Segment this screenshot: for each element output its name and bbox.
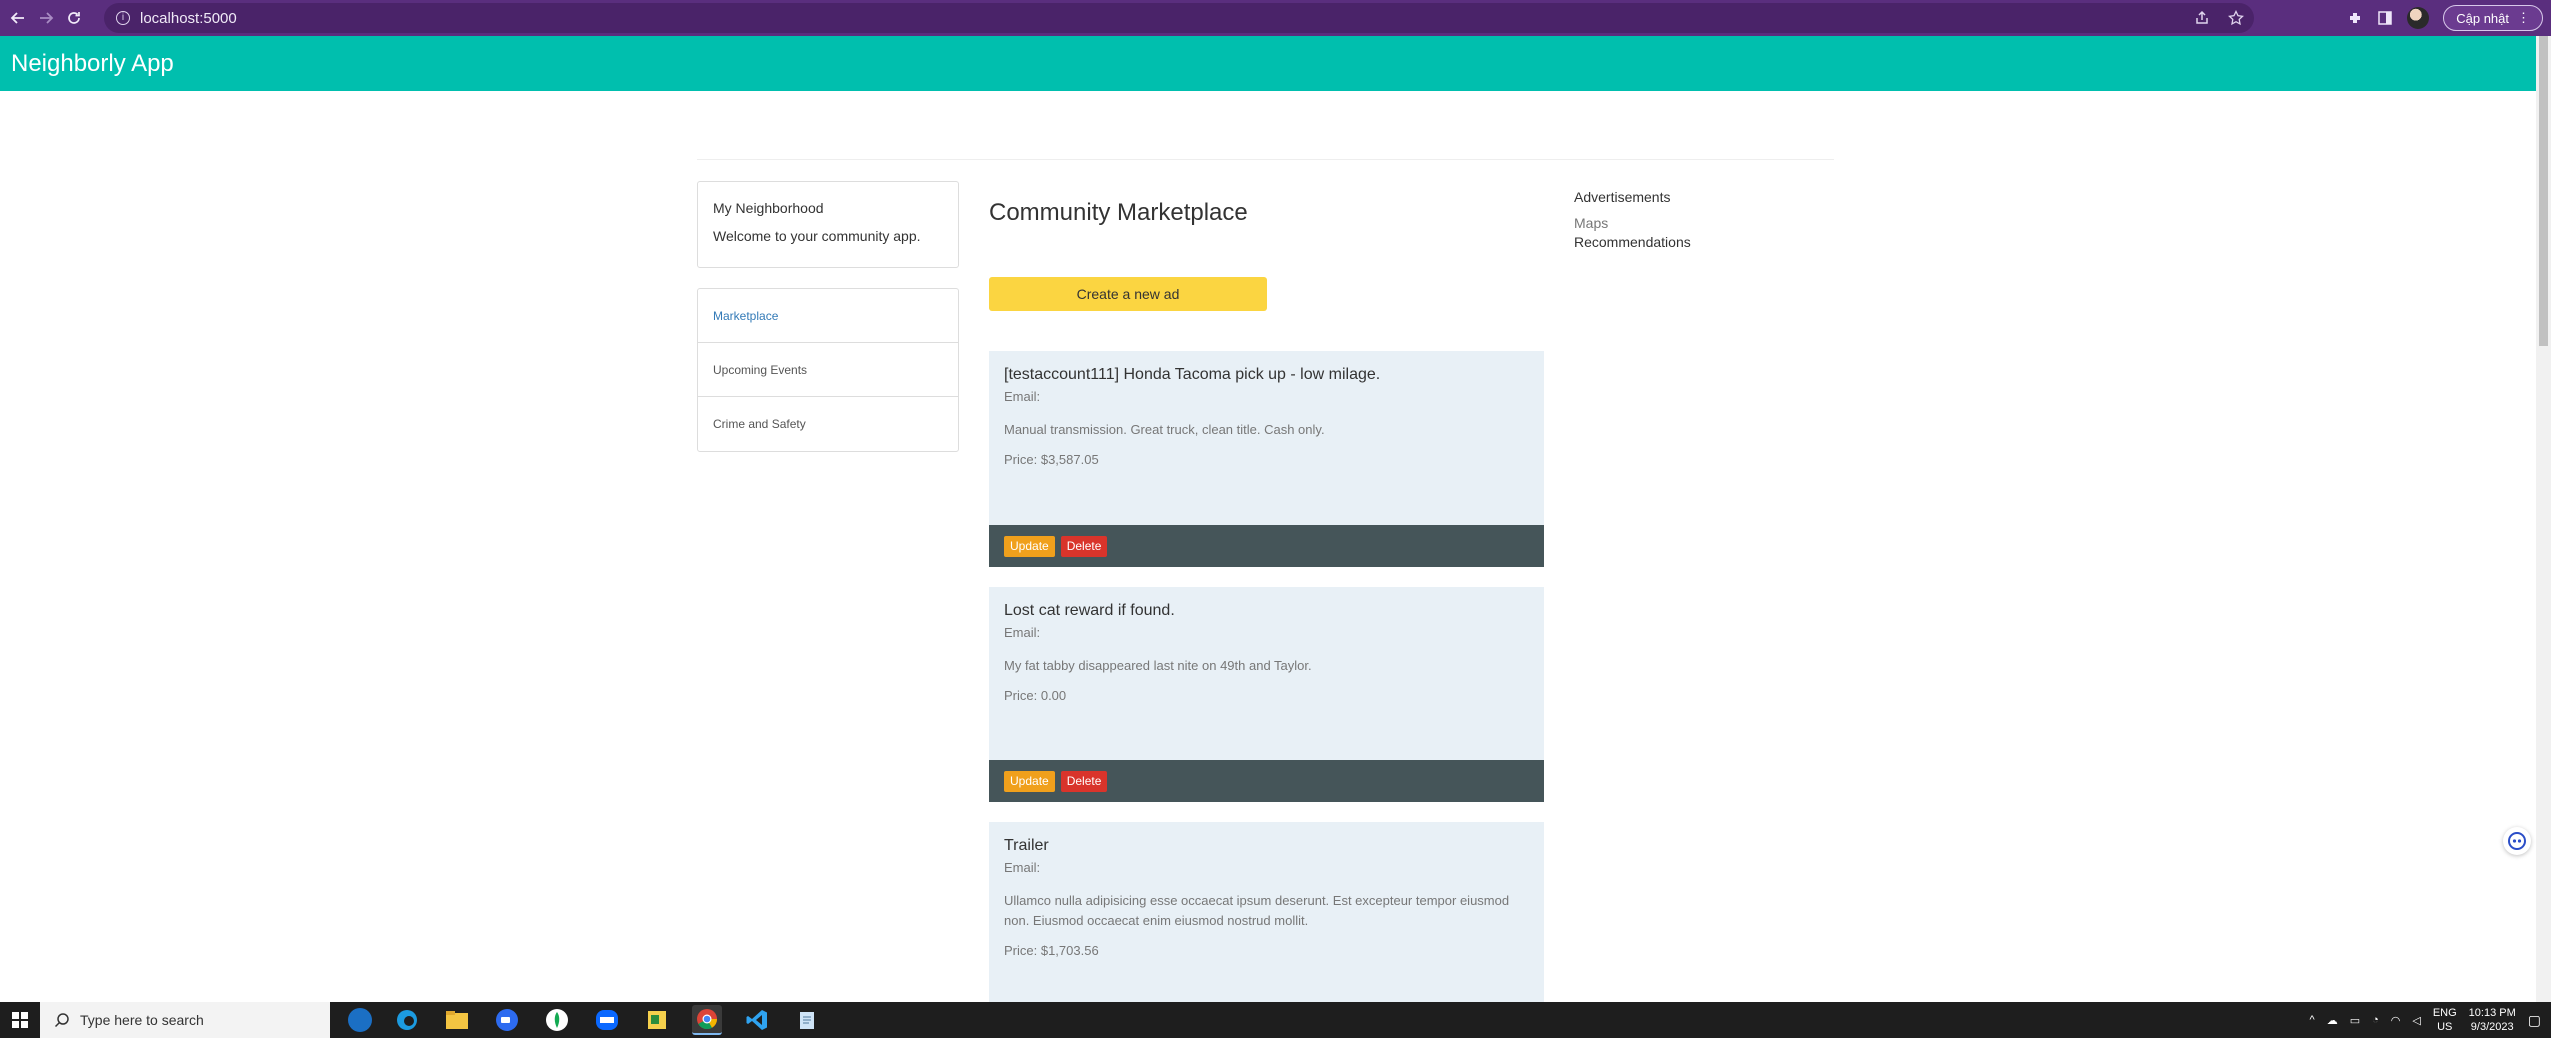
vscode-icon[interactable] xyxy=(742,1005,772,1035)
notifications-icon[interactable]: ▢ xyxy=(2528,1012,2541,1029)
update-button[interactable]: Update xyxy=(1004,535,1055,557)
language-indicator[interactable]: ENG US xyxy=(2433,1006,2457,1034)
ad-title[interactable]: [testaccount111] Honda Tacoma pick up - … xyxy=(1004,366,1529,384)
address-bar[interactable]: i localhost:5000 xyxy=(104,3,2254,33)
zoom-app-icon[interactable] xyxy=(492,1005,522,1035)
advertisements-heading: Advertisements xyxy=(1574,189,1671,205)
more-menu-icon: ⋮ xyxy=(2517,10,2530,25)
sticky-notes-icon[interactable] xyxy=(642,1005,672,1035)
clock-time: 10:13 PM xyxy=(2468,1007,2516,1019)
delete-button[interactable]: Delete xyxy=(1060,770,1108,792)
wifi-icon[interactable]: ◠ xyxy=(2391,1014,2401,1027)
mongodb-compass-icon[interactable] xyxy=(542,1005,572,1035)
notepad-icon[interactable] xyxy=(792,1005,822,1035)
clock-date: 9/3/2023 xyxy=(2470,1021,2514,1033)
battery-icon[interactable]: ▭ xyxy=(2350,1014,2360,1027)
welcome-text: Welcome to your community app. xyxy=(713,228,921,244)
app-header: Neighborly App xyxy=(0,36,2536,91)
ad-actions: Update Delete xyxy=(989,760,1544,802)
ad-email: Email: xyxy=(1004,860,1041,875)
volume-icon[interactable]: ◁ xyxy=(2412,1014,2420,1027)
ad-email: Email: xyxy=(1004,389,1041,404)
right-sidebar: Advertisements Maps Recommendations xyxy=(1574,189,1691,250)
edge-browser-icon[interactable] xyxy=(392,1005,422,1035)
explorer-app-icon[interactable] xyxy=(348,1008,372,1032)
file-explorer-icon[interactable] xyxy=(442,1005,472,1035)
welcome-panel: My Neighborhood Welcome to your communit… xyxy=(697,181,959,268)
share-icon[interactable] xyxy=(2194,10,2210,26)
forward-icon[interactable] xyxy=(34,6,58,30)
ad-description: Manual transmission. Great truck, clean … xyxy=(1004,422,1325,437)
browser-toolbar: i localhost:5000 Cập nhật ⋮ xyxy=(0,0,2551,36)
region-code: US xyxy=(2437,1021,2453,1033)
page-scrollbar[interactable] xyxy=(2536,36,2551,1002)
search-icon xyxy=(54,1013,69,1028)
windows-start-icon[interactable] xyxy=(0,1002,40,1038)
bookmark-star-icon[interactable] xyxy=(2228,10,2244,26)
network-icon[interactable]: ◔ xyxy=(2372,1014,2379,1026)
ad-description: Ullamco nulla adipisicing esse occaecat … xyxy=(1004,893,1510,928)
maps-link[interactable]: Maps xyxy=(1574,215,1691,231)
back-icon[interactable] xyxy=(6,6,30,30)
page-title: Community Marketplace xyxy=(989,199,1248,226)
ad-card: Lost cat reward if found. Email: My fat … xyxy=(989,587,1544,802)
assistant-icon[interactable] xyxy=(2503,827,2531,855)
url-text: localhost:5000 xyxy=(140,9,237,27)
chrome-browser-icon[interactable] xyxy=(692,1005,722,1035)
nav-item-crime-and-safety[interactable]: Crime and Safety xyxy=(698,397,958,451)
ad-description: My fat tabby disappeared last nite on 49… xyxy=(1004,658,1312,673)
side-panel-icon[interactable] xyxy=(2377,10,2393,26)
onedrive-icon[interactable]: ☁ xyxy=(2327,1014,2338,1027)
delete-button[interactable]: Delete xyxy=(1060,535,1108,557)
app-title[interactable]: Neighborly App xyxy=(11,50,174,78)
windows-taskbar: Type here to search ^ ☁ ▭ ◔ ◠ ◁ ENG US 1… xyxy=(0,1002,2551,1038)
nav-item-upcoming-events[interactable]: Upcoming Events xyxy=(698,343,958,397)
ad-email: Email: xyxy=(1004,625,1041,640)
profile-avatar[interactable] xyxy=(2407,7,2430,29)
browser-update-button[interactable]: Cập nhật ⋮ xyxy=(2443,5,2543,31)
nav-item-marketplace[interactable]: Marketplace xyxy=(698,289,958,343)
update-button[interactable]: Update xyxy=(1004,770,1055,792)
system-clock[interactable]: 10:13 PM 9/3/2023 xyxy=(2469,1006,2516,1034)
zalo-app-icon[interactable] xyxy=(592,1005,622,1035)
ad-card: [testaccount111] Honda Tacoma pick up - … xyxy=(989,351,1544,567)
side-nav: Marketplace Upcoming Events Crime and Sa… xyxy=(697,288,959,452)
recommendations-link[interactable]: Recommendations xyxy=(1574,234,1691,250)
neighborhood-heading: My Neighborhood xyxy=(713,200,824,216)
ad-card: Trailer Email: Ullamco nulla adipisicing… xyxy=(989,822,1544,1002)
taskbar-search-input[interactable]: Type here to search xyxy=(40,1002,330,1038)
site-info-icon[interactable]: i xyxy=(116,11,130,25)
search-placeholder: Type here to search xyxy=(80,1012,204,1028)
reload-icon[interactable] xyxy=(62,6,86,30)
show-hidden-icons[interactable]: ^ xyxy=(2310,1014,2315,1026)
ad-price: Price: $1,703.56 xyxy=(1004,943,1099,958)
ad-price: Price: $3,587.05 xyxy=(1004,452,1099,467)
scrollbar-thumb[interactable] xyxy=(2539,36,2548,346)
extensions-icon[interactable] xyxy=(2347,10,2363,26)
ad-actions: Update Delete xyxy=(989,525,1544,567)
ad-title[interactable]: Lost cat reward if found. xyxy=(1004,602,1529,620)
ad-price: Price: 0.00 xyxy=(1004,688,1067,703)
create-ad-button[interactable]: Create a new ad xyxy=(989,277,1267,311)
update-label: Cập nhật xyxy=(2456,10,2509,26)
header-divider xyxy=(697,159,1834,160)
ad-title[interactable]: Trailer xyxy=(1004,837,1529,855)
language-code: ENG xyxy=(2432,1007,2457,1019)
